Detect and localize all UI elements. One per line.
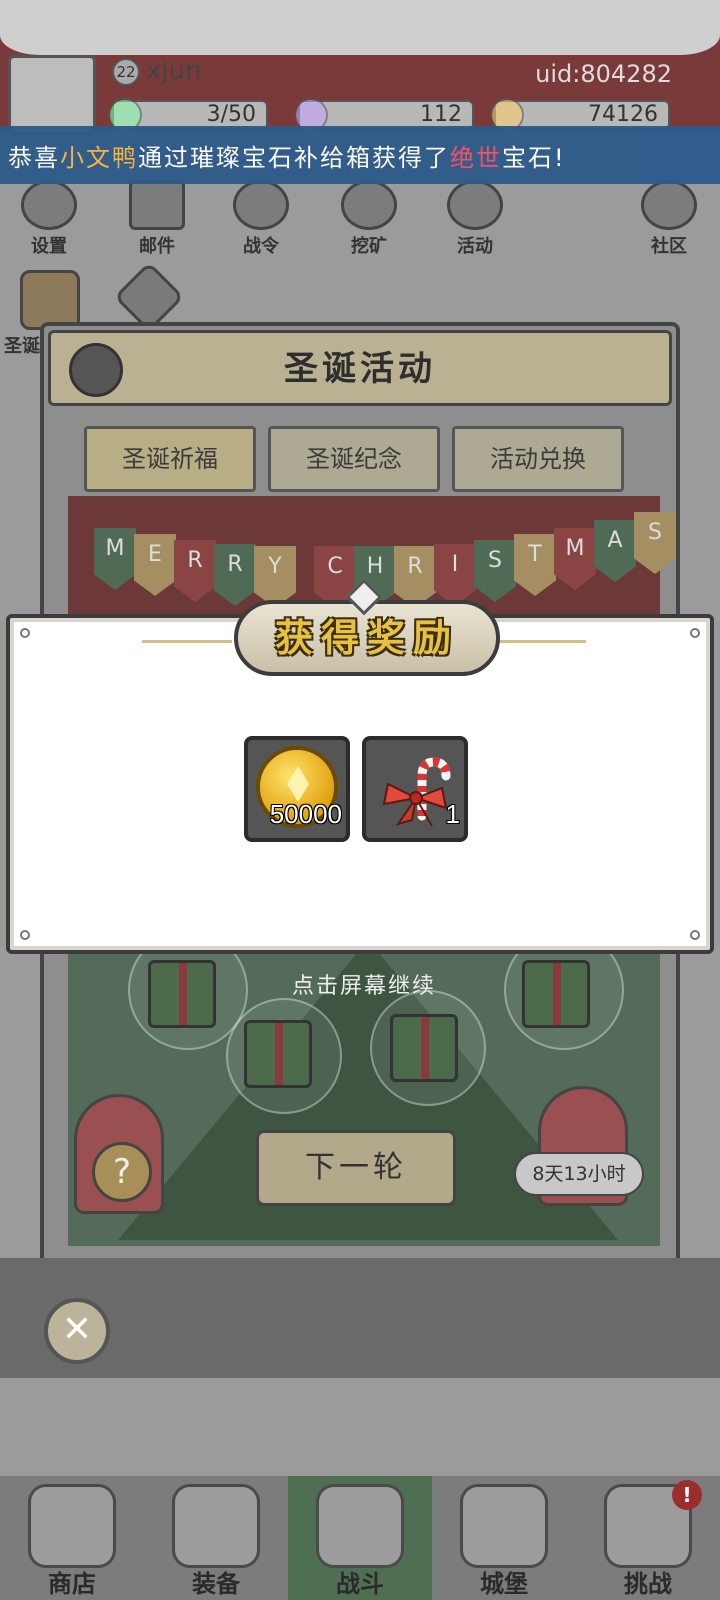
bottom-nav: 商店 装备 战斗 城堡 ! 挑战	[0, 1476, 720, 1600]
reward-popup[interactable]: 获得奖励 50000 1	[6, 578, 714, 954]
announce-rarity: 绝世	[450, 143, 502, 172]
menu-settings-label: 设置	[31, 236, 67, 257]
crossed-swords-icon	[316, 1484, 404, 1568]
tab-event-exchange[interactable]: 活动兑换	[452, 426, 624, 492]
menu-community[interactable]: 社区	[634, 180, 704, 258]
banner-flag: I	[434, 544, 476, 606]
mail-icon	[129, 180, 185, 230]
menu-events[interactable]: 活动	[440, 180, 510, 258]
reward-item-coin[interactable]: 50000	[244, 736, 350, 842]
panel-title-bar: 圣诞活动	[48, 330, 672, 406]
banner-flag: T	[514, 534, 556, 596]
snow-edge	[0, 0, 720, 55]
announcement-ticker: 恭喜 小文鸭 通过璀璨宝石补给箱获得了 绝世 宝石!	[0, 126, 720, 184]
tab-christmas-blessing[interactable]: 圣诞祈福	[84, 426, 256, 492]
tap-to-continue-hint: 点击屏幕继续	[291, 974, 436, 999]
tab-christmas-memorial[interactable]: 圣诞纪念	[268, 426, 440, 492]
castle-icon	[460, 1484, 548, 1568]
close-button[interactable]: ✕	[44, 1298, 110, 1364]
banner-flags: M E R R Y C H R I S T M A S	[94, 510, 676, 608]
banner-flag: Y	[254, 546, 296, 608]
corner-rivet	[20, 628, 30, 638]
nav-equipment[interactable]: 装备	[144, 1476, 288, 1600]
battle-pass-icon	[233, 180, 289, 230]
player-avatar[interactable]	[8, 55, 96, 135]
christmas-side-label: 圣诞	[4, 336, 40, 357]
announce-player: 小文鸭	[60, 143, 138, 172]
corner-rivet	[20, 930, 30, 940]
menu-community-label: 社区	[651, 236, 687, 257]
menu-events-label: 活动	[457, 236, 493, 257]
banner-flag: R	[214, 544, 256, 606]
menu-mail-label: 邮件	[139, 236, 175, 257]
player-uid: uid:804282	[535, 60, 672, 88]
menu-mining-label: 挖矿	[351, 236, 387, 257]
banner-flag: E	[134, 534, 176, 596]
menu-battle-pass-label: 战令	[243, 236, 279, 257]
banner-flag: R	[174, 540, 216, 602]
gift-box-icon[interactable]	[244, 1020, 312, 1088]
help-question-button[interactable]: ?	[92, 1142, 152, 1202]
next-round-button[interactable]: 下一轮	[256, 1130, 456, 1206]
player-level: 22	[112, 58, 140, 86]
panel-title: 圣诞活动	[284, 349, 436, 389]
menu-mining[interactable]: 挖矿	[334, 180, 404, 258]
nav-challenge-label: 挑战	[624, 1570, 672, 1598]
reward-item-count: 50000	[269, 799, 342, 829]
nav-challenge[interactable]: ! 挑战	[576, 1476, 720, 1600]
wooden-floor	[0, 1258, 720, 1378]
reward-item-candy-bow[interactable]: 1	[362, 736, 468, 842]
nav-battle[interactable]: 战斗	[288, 1476, 432, 1600]
nav-battle-label: 战斗	[336, 1570, 384, 1598]
nav-castle-label: 城堡	[480, 1570, 528, 1598]
banner-flag: M	[94, 528, 136, 590]
gear-icon	[21, 180, 77, 230]
corner-rivet	[690, 930, 700, 940]
shop-icon	[28, 1484, 116, 1568]
banner-flag: A	[594, 520, 636, 582]
menu-mail[interactable]: 邮件	[122, 180, 192, 258]
laurel-icon	[447, 180, 503, 230]
banner-flag: S	[474, 540, 516, 602]
banner-flag: S	[634, 512, 676, 574]
title-decoration-line	[142, 640, 232, 643]
nav-castle[interactable]: 城堡	[432, 1476, 576, 1600]
nav-shop[interactable]: 商店	[0, 1476, 144, 1600]
gem-value: 112	[420, 102, 462, 127]
event-timer: 8天13小时	[514, 1152, 644, 1196]
title-decoration-line	[496, 640, 586, 643]
mining-icon	[341, 180, 397, 230]
backpack-icon	[172, 1484, 260, 1568]
corner-rivet	[690, 628, 700, 638]
top-menu: 设置 邮件 战令 挖矿 活动 社区	[0, 180, 720, 260]
home-icon	[641, 180, 697, 230]
player-username: xjun	[146, 56, 202, 86]
announce-suffix: 宝石!	[502, 143, 566, 172]
energy-value: 3/50	[206, 102, 256, 127]
notification-badge: !	[672, 1480, 702, 1510]
reward-title: 获得奖励	[274, 616, 459, 660]
nav-shop-label: 商店	[48, 1570, 96, 1598]
banner-flag: M	[554, 528, 596, 590]
candy-cane-bow-icon	[376, 754, 456, 834]
coin-value: 74126	[588, 102, 658, 127]
reward-item-count: 1	[445, 799, 460, 829]
christmas-bell-icon[interactable]	[20, 270, 80, 330]
announce-prefix: 恭喜	[8, 143, 60, 172]
nav-equipment-label: 装备	[192, 1570, 240, 1598]
menu-battle-pass[interactable]: 战令	[226, 180, 296, 258]
announce-middle: 通过璀璨宝石补给箱获得了	[138, 143, 450, 172]
banner-flag: R	[394, 546, 436, 608]
menu-settings[interactable]: 设置	[14, 180, 84, 258]
gift-box-icon[interactable]	[390, 1014, 458, 1082]
panel-tabs: 圣诞祈福 圣诞纪念 活动兑换	[84, 426, 684, 492]
